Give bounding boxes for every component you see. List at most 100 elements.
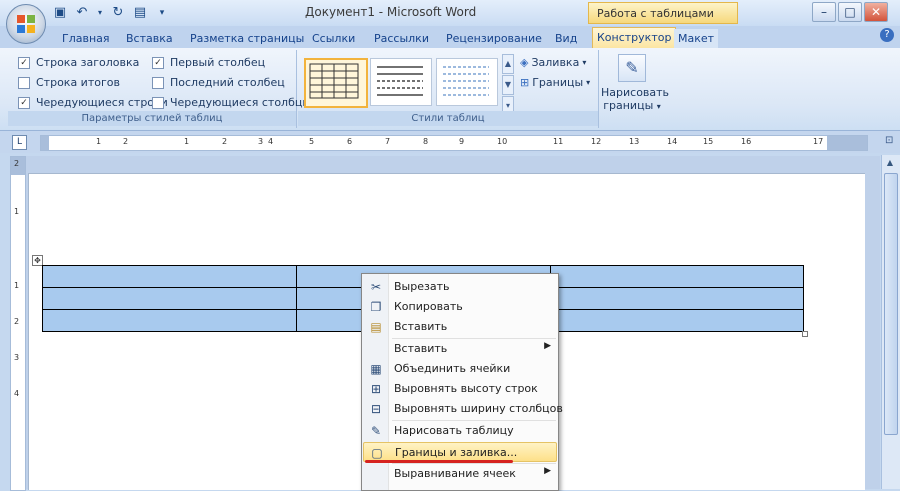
total-row-checkbox[interactable]: Строка итогов — [18, 76, 120, 89]
ruler-mark: 5 — [309, 137, 315, 146]
dropdown-icon[interactable]: ▾ — [96, 5, 104, 21]
tab-view[interactable]: Вид — [551, 29, 581, 48]
table-cell[interactable] — [41, 287, 298, 310]
menu-item-draw-table[interactable]: ✎ Нарисовать таблицу — [363, 421, 557, 441]
help-icon[interactable]: ? — [880, 28, 894, 42]
tab-layout[interactable]: Макет — [674, 29, 719, 48]
undo-icon[interactable]: ↶ — [74, 5, 90, 21]
ruler-mark: 8 — [423, 137, 429, 146]
table-style-preview-icon — [377, 66, 423, 96]
table-cell[interactable] — [549, 287, 805, 310]
tab-insert[interactable]: Вставка — [122, 29, 177, 48]
unchecked-box — [18, 76, 30, 89]
first-column-checkbox[interactable]: ✓ Первый столбец — [152, 56, 265, 69]
check-icon: ✓ — [152, 56, 164, 69]
gallery-scroll: ▲ ▼ ▾ — [502, 54, 514, 116]
tab-selector-icon[interactable]: L — [12, 135, 27, 150]
draw-table-icon: ✎ — [370, 424, 382, 438]
draw-borders-button[interactable]: ✎ Нарисовать границы ▾ — [601, 50, 669, 128]
table-style-gallery-item[interactable] — [304, 58, 368, 108]
shading-button[interactable]: ◈ Заливка ▾ — [520, 56, 586, 69]
ruler-mark: 4 — [14, 389, 20, 398]
tab-review[interactable]: Рецензирование — [442, 29, 546, 48]
ruler-mark: 2 — [14, 317, 20, 326]
ruler-mark: 1 — [184, 137, 190, 146]
scissors-icon: ✂ — [370, 280, 382, 294]
merge-cells-icon: ▦ — [370, 362, 382, 376]
table-style-gallery-item[interactable] — [436, 58, 498, 106]
ruler-mark: 16 — [741, 137, 752, 146]
distribute-columns-icon: ⊟ — [370, 402, 382, 416]
tab-references[interactable]: Ссылки — [308, 29, 359, 48]
table-style-preview-icon — [309, 63, 359, 99]
ruler-mark: 1 — [14, 281, 20, 290]
group-label: Стили таблиц — [298, 111, 598, 126]
close-button[interactable]: ✕ — [864, 2, 888, 22]
ruler-mark: 15 — [703, 137, 714, 146]
tab-page-layout[interactable]: Разметка страницы — [186, 29, 308, 48]
menu-item-merge-cells[interactable]: ▦ Объединить ячейки — [363, 359, 557, 379]
dropdown-arrow-icon: ▾ — [582, 58, 587, 67]
save-icon[interactable]: ▣ — [52, 5, 68, 21]
ruler-mark: 11 — [553, 137, 564, 146]
header-row-checkbox[interactable]: ✓ Строка заголовка — [18, 56, 139, 69]
vertical-scrollbar[interactable]: ▲ — [881, 155, 900, 489]
tab-mailings[interactable]: Рассылки — [370, 29, 433, 48]
borders-button[interactable]: ⊞ Границы ▾ — [520, 76, 590, 89]
banded-rows-checkbox[interactable]: ✓ Чередующиеся строки — [18, 96, 168, 109]
maximize-button[interactable]: □ — [838, 2, 862, 22]
unchecked-box — [152, 96, 164, 109]
menu-item-distribute-rows[interactable]: ⊞ Выровнять высоту строк — [363, 379, 557, 399]
menu-item-paste[interactable]: ▤ Вставить — [363, 317, 557, 337]
gallery-down-icon[interactable]: ▼ — [502, 75, 514, 95]
ribbon-tabs: Главная Вставка Разметка страницы Ссылки… — [0, 26, 900, 49]
redo-icon[interactable]: ↻ — [110, 5, 126, 21]
ruler-mark: 1 — [96, 137, 102, 146]
menu-item-insert[interactable]: Вставить ▶ — [363, 339, 557, 359]
table-resize-handle[interactable] — [802, 331, 808, 337]
table-cell[interactable] — [41, 309, 298, 332]
paste-icon: ▤ — [370, 320, 382, 334]
table-style-options-group: ✓ Строка заголовка Строка итогов ✓ Чередую… — [8, 50, 311, 128]
banded-columns-checkbox[interactable]: Чередующиеся столбцы — [152, 96, 311, 109]
minimize-button[interactable]: – — [812, 2, 836, 22]
horizontal-ruler[interactable]: 1 2 1 2 3 4 5 6 7 8 9 10 11 12 13 14 15 … — [40, 135, 868, 151]
pencil-icon: ✎ — [618, 54, 646, 82]
table-cell[interactable] — [41, 265, 298, 288]
view-ruler-icon[interactable]: ⊡ — [885, 135, 897, 149]
menu-item-borders-and-shading[interactable]: ▢ Границы и заливка... — [363, 442, 557, 462]
last-column-checkbox[interactable]: Последний столбец — [152, 76, 285, 89]
customize-icon[interactable]: ▾ — [154, 5, 170, 21]
menu-item-copy[interactable]: ❐ Копировать — [363, 297, 557, 317]
print-preview-icon[interactable]: ▤ — [132, 5, 148, 21]
table-styles-group: ▲ ▼ ▾ ◈ Заливка ▾ ⊞ Границы ▾ Стили табл… — [298, 50, 599, 128]
table-cell[interactable] — [549, 309, 805, 332]
tab-home[interactable]: Главная — [58, 29, 114, 48]
window-controls: – □ ✕ — [812, 2, 888, 22]
table-style-preview-icon — [443, 66, 489, 96]
scroll-up-icon[interactable]: ▲ — [885, 158, 895, 168]
office-button[interactable] — [6, 4, 46, 44]
menu-item-cut[interactable]: ✂ Вырезать — [363, 277, 557, 297]
ruler-mark: 7 — [385, 137, 391, 146]
copy-icon: ❐ — [370, 300, 382, 314]
table-style-gallery-item[interactable] — [370, 58, 432, 106]
gallery-up-icon[interactable]: ▲ — [502, 54, 514, 74]
document-title: Документ1 - Microsoft Word — [305, 5, 477, 19]
title-bar: ▣ ↶ ▾ ↻ ▤ ▾ Документ1 - Microsoft Word Р… — [0, 0, 900, 26]
menu-item-cell-alignment[interactable]: Выравнивание ячеек ▶ — [363, 464, 557, 484]
vertical-ruler[interactable]: 2 1 1 2 3 4 — [10, 156, 26, 491]
table-tools-title: Работа с таблицами — [588, 2, 738, 24]
menu-item-distribute-columns[interactable]: ⊟ Выровнять ширину столбцов — [363, 399, 563, 419]
ruler-mark: 14 — [667, 137, 678, 146]
borders-icon: ▢ — [371, 446, 383, 460]
scroll-thumb[interactable] — [884, 173, 898, 435]
ruler-bar: L 1 2 1 2 3 4 5 6 7 8 9 10 11 12 13 14 1… — [0, 131, 900, 153]
unchecked-box — [152, 76, 164, 89]
check-icon: ✓ — [18, 56, 30, 69]
ruler-mark: 12 — [591, 137, 602, 146]
dropdown-arrow-icon: ▾ — [656, 102, 661, 111]
submenu-arrow-icon: ▶ — [544, 466, 551, 476]
tab-design[interactable]: Конструктор — [592, 27, 677, 49]
table-cell[interactable] — [549, 265, 805, 288]
